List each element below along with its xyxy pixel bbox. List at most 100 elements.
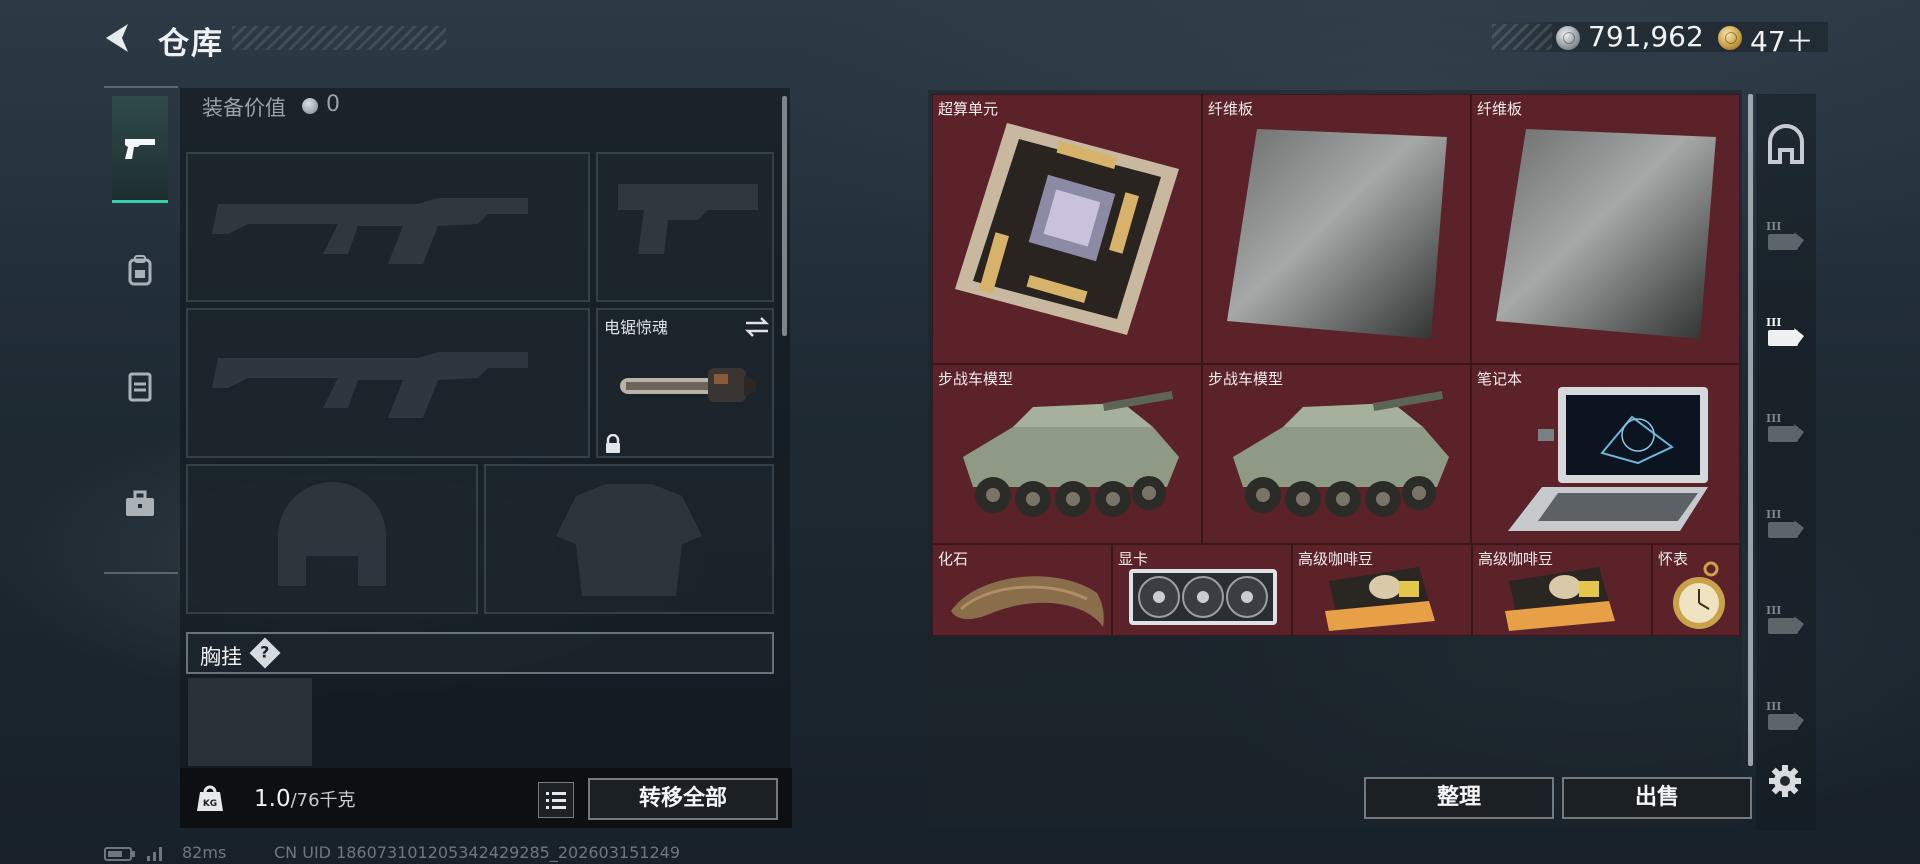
svg-text:III: III	[1766, 220, 1781, 233]
storage-item[interactable]: 显卡	[1112, 544, 1292, 636]
fiberboard-icon	[1496, 129, 1716, 339]
swap-icon[interactable]	[744, 316, 770, 338]
tab-armor[interactable]	[112, 334, 168, 438]
tab-storage-6[interactable]: III	[1758, 676, 1814, 756]
supercomputer-unit-icon	[955, 123, 1179, 335]
rifle-silhouette-icon	[212, 352, 528, 418]
briefcase-icon	[126, 490, 154, 516]
sell-button[interactable]: 出售	[1562, 777, 1752, 819]
helmet-silhouette-icon	[278, 482, 386, 586]
currency-decoration	[1492, 24, 1552, 50]
storage-item[interactable]: 化石	[932, 544, 1112, 636]
list-icon	[546, 792, 566, 809]
tab-backpack[interactable]	[112, 218, 168, 322]
coffee-beans-icon	[1325, 567, 1435, 631]
signal-icon	[147, 847, 162, 861]
gold-balance[interactable]: 47＋	[1750, 20, 1814, 60]
item-name: 纤维板	[1208, 100, 1254, 118]
storage-grid: 超算单元 纤维板 纤维板 步战车模型 步战车模型 笔记本 化石 显卡 高级咖啡豆…	[932, 94, 1740, 636]
title-decoration	[232, 26, 446, 50]
equip-value-label: 装备价值	[202, 96, 286, 120]
page-title: 仓库	[158, 26, 224, 62]
melee-slot[interactable]: 电锯惊魂	[596, 308, 774, 458]
svg-text:III: III	[1766, 412, 1781, 425]
body-armor-slot[interactable]	[484, 464, 774, 614]
storage-item[interactable]: 纤维板	[1202, 94, 1471, 364]
silver-coin-icon	[1556, 26, 1580, 50]
transfer-all-button[interactable]: 转移全部	[588, 778, 778, 820]
storage-tab-icon: III	[1766, 700, 1804, 730]
item-name: 纤维板	[1477, 100, 1523, 118]
melee-item-label: 电锯惊魂	[604, 318, 669, 337]
back-button[interactable]	[100, 20, 136, 56]
fiberboard-icon	[1227, 129, 1447, 339]
uid-readout: CN UID 1860731012053424292​85_2026031512…	[274, 843, 680, 862]
pocket-watch-icon	[1673, 561, 1725, 629]
loadout-scrollbar[interactable]	[782, 96, 787, 336]
storage-item[interactable]: 步战车模型	[932, 364, 1202, 544]
primary-weapon-slot-1[interactable]	[186, 152, 590, 302]
tab-storage-1[interactable]: III	[1758, 196, 1814, 276]
ifv-model-icon	[963, 390, 1179, 517]
carry-weight: 1.0/76千克	[254, 786, 356, 812]
sidearm-slot[interactable]	[596, 152, 774, 302]
tab-storage-4[interactable]: III	[1758, 484, 1814, 564]
storage-tab-icon: III	[1766, 316, 1804, 346]
gold-coin-icon	[1718, 26, 1742, 50]
chainsaw-icon	[620, 368, 756, 402]
tidy-button[interactable]: 整理	[1364, 777, 1554, 819]
svg-text:III: III	[1766, 316, 1781, 329]
svg-text:KG: KG	[203, 799, 217, 809]
armor-silhouette-icon	[556, 484, 702, 596]
chest-rig-label: 胸挂	[200, 645, 242, 669]
storage-tab-icon: III	[1766, 508, 1804, 538]
primary-weapon-slot-2[interactable]	[186, 308, 590, 458]
storage-scrollbar[interactable]	[1748, 94, 1753, 766]
ping-readout: 82ms	[182, 843, 227, 862]
tab-storage-2[interactable]: III	[1758, 292, 1814, 372]
silver-balance: 791,962	[1588, 20, 1704, 53]
tab-safe-box[interactable]	[1758, 104, 1814, 184]
vest-icon	[128, 372, 152, 402]
svg-text:III: III	[1766, 604, 1781, 617]
graphics-card-icon	[1129, 569, 1277, 625]
storage-item[interactable]: 纤维板	[1471, 94, 1740, 364]
storage-tab-icon: III	[1766, 412, 1804, 442]
safe-box-icon	[1768, 124, 1804, 164]
settings-button[interactable]	[1768, 764, 1802, 798]
storage-item[interactable]: 笔记本	[1471, 364, 1740, 544]
equip-value: 0	[326, 92, 340, 117]
ifv-model-icon	[1233, 390, 1449, 517]
tab-case[interactable]	[112, 452, 168, 556]
item-name: 步战车模型	[1208, 370, 1284, 388]
backpack-icon	[128, 255, 152, 286]
storage-item[interactable]: 高级咖啡豆	[1472, 544, 1652, 636]
svg-text:III: III	[1766, 508, 1781, 521]
rifle-silhouette-icon	[212, 198, 528, 264]
battery-icon	[104, 847, 135, 861]
tab-weapons[interactable]	[112, 96, 168, 203]
storage-item[interactable]: 怀表	[1652, 544, 1740, 636]
svg-text:III: III	[1766, 700, 1781, 713]
storage-tab-icon: III	[1766, 604, 1804, 634]
fossil-icon	[951, 576, 1104, 627]
coffee-beans-icon	[1505, 567, 1615, 631]
lock-icon	[606, 434, 620, 453]
chevron-left-icon	[106, 24, 128, 52]
weight-icon: KG	[197, 785, 223, 811]
item-name: 步战车模型	[938, 370, 1014, 388]
tab-storage-3[interactable]: III	[1758, 388, 1814, 468]
helmet-slot[interactable]	[186, 464, 478, 614]
pistol-icon	[125, 139, 155, 159]
storage-item[interactable]: 步战车模型	[1202, 364, 1471, 544]
list-view-button[interactable]	[538, 782, 574, 818]
chest-rig-slot[interactable]	[188, 678, 312, 766]
storage-tab-icon: III	[1766, 220, 1804, 250]
storage-item[interactable]: 高级咖啡豆	[1292, 544, 1472, 636]
laptop-icon	[1508, 387, 1708, 531]
carry-weight-max: /76千克	[290, 790, 356, 811]
gear-icon	[1769, 765, 1801, 797]
pistol-silhouette-icon	[618, 184, 758, 254]
tab-storage-5[interactable]: III	[1758, 580, 1814, 660]
storage-item[interactable]: 超算单元	[932, 94, 1202, 364]
